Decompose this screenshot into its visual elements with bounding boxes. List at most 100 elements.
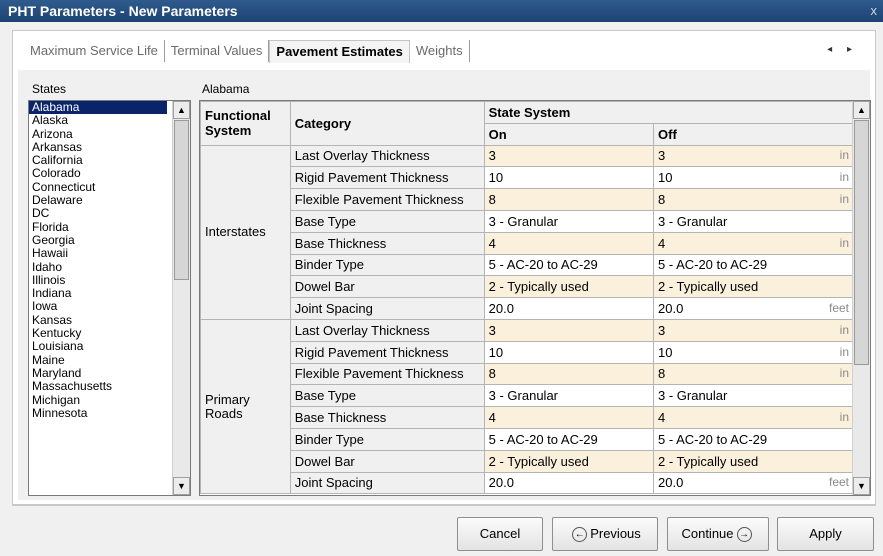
state-list-item[interactable]: Iowa (29, 300, 167, 313)
cancel-button[interactable]: Cancel (457, 517, 543, 551)
state-system-on-cell[interactable]: 5 - AC-20 to AC-29 (483, 427, 655, 451)
tab-terminal-values[interactable]: Terminal Values (165, 40, 270, 62)
header-off[interactable]: Off (653, 122, 854, 146)
state-list-item[interactable]: Indiana (29, 287, 167, 300)
state-system-off-cell[interactable]: 20.0 feet (653, 297, 854, 320)
state-system-on-cell[interactable]: 3 - Granular (483, 384, 655, 408)
state-system-on-cell[interactable]: 2 - Typically used (483, 449, 655, 473)
state-system-off-cell[interactable]: 3 in (653, 318, 854, 342)
state-system-off-cell[interactable]: 4 in (653, 231, 854, 255)
category-cell: Rigid Pavement Thickness (289, 166, 485, 190)
state-system-off-cell[interactable]: 2 - Typically used (653, 275, 854, 299)
state-list-item[interactable]: Colorado (29, 167, 167, 180)
grid-scrollbar[interactable]: ▲ ▼ (852, 101, 870, 495)
cancel-label: Cancel (479, 526, 521, 541)
state-system-on-cell[interactable]: 10 (483, 166, 655, 190)
states-list[interactable]: Alabama Alaska Arizona Arkansas California Co… (28, 100, 191, 496)
state-list-item[interactable]: Alaska (29, 114, 167, 127)
state-list-item[interactable]: Hawaii (29, 247, 167, 260)
state-list-item[interactable]: Alabama (29, 101, 167, 115)
state-system-on-cell[interactable]: 3 - Granular (483, 209, 655, 233)
tab-pavement-estimates[interactable]: Pavement Estimates (269, 39, 410, 63)
state-list-item[interactable]: Kentucky (29, 326, 167, 340)
state-list-item[interactable]: Arizona (29, 127, 167, 141)
category-cell: Base Type (289, 384, 485, 408)
state-system-on-cell[interactable]: 20.0 (483, 471, 655, 495)
table-row: Joint Spacing 20.0 20.0 feet (201, 297, 854, 320)
off-value: 3 (658, 322, 666, 338)
state-list-item[interactable]: Florida (29, 220, 167, 234)
tab-scroll-arrows-icon[interactable]: ◂ ▸ (827, 44, 858, 55)
state-system-off-cell[interactable]: 3 - Granular (653, 209, 854, 233)
category-cell: Binder Type (289, 427, 485, 451)
header-functional-system[interactable]: Functional System (200, 101, 291, 146)
state-system-off-cell[interactable]: 10 in (653, 166, 854, 190)
state-system-off-cell[interactable]: 20.0 feet (653, 471, 854, 495)
off-value: 10 (658, 344, 673, 360)
state-list-item[interactable]: Idaho (29, 260, 167, 274)
off-value: 20.0 (658, 301, 684, 317)
state-system-off-cell[interactable]: 3 in (653, 144, 854, 168)
header-state-system[interactable]: State System (483, 101, 855, 124)
tab-weights[interactable]: Weights (410, 40, 470, 62)
functional-system-cell: Primary Roads (200, 318, 291, 495)
state-list-item[interactable]: Connecticut (29, 180, 167, 194)
state-list-item[interactable]: Maryland (29, 366, 167, 380)
table-row: Base Type 3 - Granular 3 - Granular (201, 209, 854, 233)
state-list-item[interactable]: Georgia (29, 233, 167, 247)
state-system-on-cell[interactable]: 5 - AC-20 to AC-29 (483, 253, 655, 277)
state-list-item[interactable]: Louisiana (29, 340, 167, 353)
apply-button[interactable]: Apply (777, 517, 874, 551)
state-system-off-cell[interactable]: 5 - AC-20 to AC-29 (653, 253, 854, 277)
table-row: Primary Roads Last Overlay Thickness 3 3 in (200, 318, 854, 495)
continue-button[interactable]: Continue → (667, 517, 769, 551)
state-list-item[interactable]: Delaware (29, 193, 167, 207)
state-list-item[interactable]: Massachusetts (29, 380, 167, 393)
state-system-on-cell[interactable]: 4 (483, 231, 655, 255)
table-row: Dowel Bar 2 - Typically used 2 - Typically… (201, 275, 854, 299)
state-list-item[interactable]: DC (29, 207, 167, 220)
scroll-down-arrow-icon[interactable]: ▼ (853, 477, 870, 495)
header-category[interactable]: Category (289, 101, 485, 146)
scroll-up-arrow-icon[interactable]: ▲ (853, 101, 870, 119)
unit-label: in (839, 170, 849, 185)
state-system-on-cell[interactable]: 8 (483, 188, 655, 211)
state-system-on-cell[interactable]: 8 (483, 362, 655, 386)
state-system-on-cell[interactable]: 20.0 (483, 297, 655, 320)
states-scroll-thumb[interactable] (174, 120, 189, 280)
table-row: Binder Type 5 - AC-20 to AC-29 5 - AC-20 t… (201, 253, 854, 277)
state-system-off-cell[interactable]: 4 in (653, 406, 854, 429)
state-system-on-cell[interactable]: 3 (483, 318, 655, 342)
state-list-item[interactable]: Michigan (29, 393, 167, 407)
state-list-item[interactable]: Kansas (29, 313, 167, 327)
off-value: 5 - AC-20 to AC-29 (658, 431, 768, 447)
state-list-item[interactable]: Maine (29, 353, 167, 367)
state-system-off-cell[interactable]: 10 in (653, 340, 854, 364)
states-scrollbar[interactable]: ▲ ▼ (172, 101, 190, 495)
close-icon[interactable]: x (871, 3, 878, 18)
state-system-on-cell[interactable]: 4 (483, 406, 655, 429)
state-system-on-cell[interactable]: 3 (483, 144, 655, 168)
state-list-item[interactable]: Illinois (29, 273, 167, 287)
tab-maximum-service-life[interactable]: Maximum Service Life (24, 40, 165, 62)
state-system-on-cell[interactable]: 2 - Typically used (483, 275, 655, 299)
table-row: Flexible Pavement Thickness 8 8 in (201, 188, 854, 211)
state-system-off-cell[interactable]: 3 - Granular (653, 384, 854, 408)
state-system-off-cell[interactable]: 5 - AC-20 to AC-29 (653, 427, 854, 451)
previous-button[interactable]: ← Previous (552, 517, 658, 551)
state-list-item[interactable]: Arkansas (29, 140, 167, 154)
grid-scroll-thumb[interactable] (854, 120, 869, 365)
off-value: 4 (658, 235, 666, 251)
state-system-on-cell[interactable]: 10 (483, 340, 655, 364)
unit-label: in (839, 235, 849, 250)
state-system-off-cell[interactable]: 8 in (653, 362, 854, 386)
state-system-off-cell[interactable]: 8 in (653, 188, 854, 211)
scroll-up-arrow-icon[interactable]: ▲ (173, 101, 190, 119)
selected-state-title: Alabama (202, 82, 250, 96)
state-list-item[interactable]: California (29, 154, 167, 167)
state-list-item[interactable]: Minnesota (29, 406, 167, 420)
category-cell: Flexible Pavement Thickness (289, 188, 485, 211)
header-on[interactable]: On (483, 122, 655, 146)
scroll-down-arrow-icon[interactable]: ▼ (173, 477, 190, 495)
state-system-off-cell[interactable]: 2 - Typically used (653, 449, 854, 473)
